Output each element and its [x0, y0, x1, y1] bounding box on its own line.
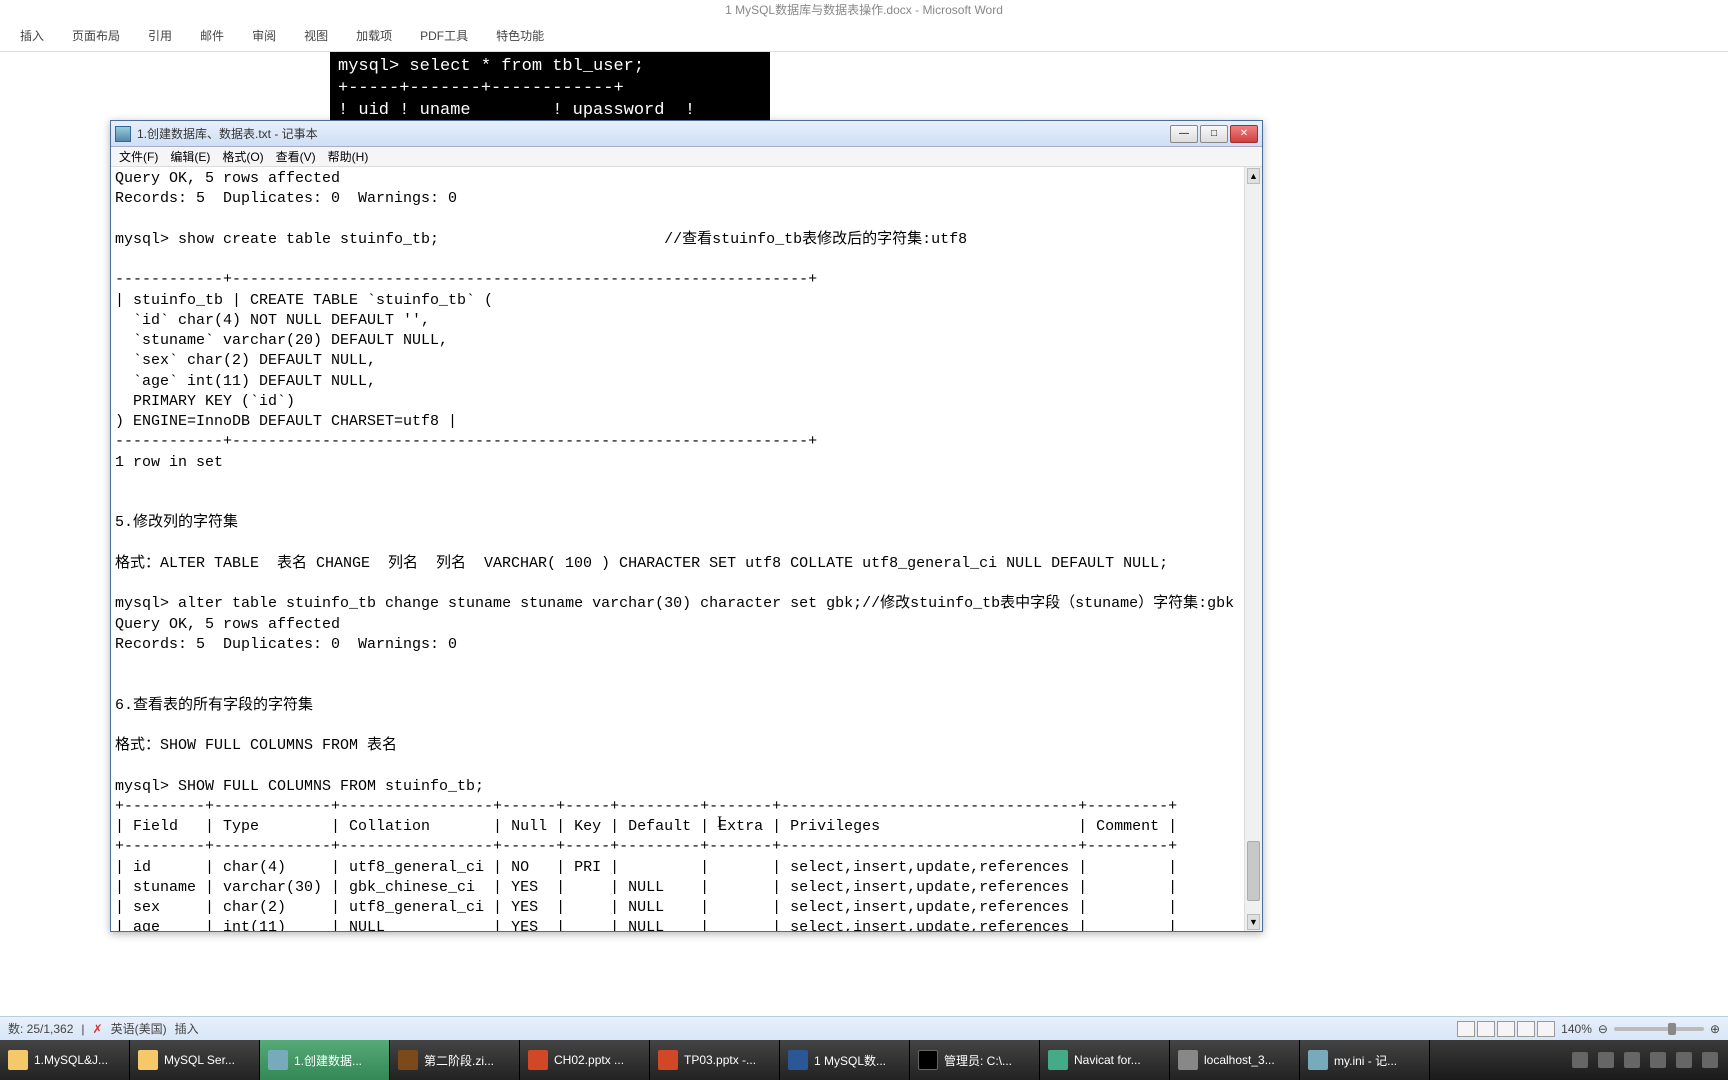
language-divider: |: [81, 1022, 84, 1036]
word-title-text: 1 MySQL数据库与数据表操作.docx - Microsoft Word: [725, 3, 1003, 17]
taskbar-item-notepad[interactable]: 1.创建数据...: [260, 1040, 390, 1080]
taskbar-item-zip[interactable]: 第二阶段.zi...: [390, 1040, 520, 1080]
scroll-thumb[interactable]: [1247, 841, 1260, 901]
maximize-button[interactable]: □: [1200, 125, 1228, 143]
notepad-icon: [115, 126, 131, 142]
outline-icon[interactable]: [1517, 1021, 1535, 1037]
windows-taskbar: 1.MySQL&J... MySQL Ser... 1.创建数据... 第二阶段…: [0, 1040, 1728, 1080]
folder-icon: [8, 1050, 28, 1070]
database-icon: [1178, 1050, 1198, 1070]
taskbar-label: 1 MySQL数...: [814, 1052, 886, 1069]
ribbon-tab-review[interactable]: 审阅: [252, 27, 276, 44]
ribbon-tab-features[interactable]: 特色功能: [496, 27, 544, 44]
zip-icon: [398, 1050, 418, 1070]
system-tray: [1572, 1052, 1728, 1068]
zoom-minus-button[interactable]: ⊖: [1598, 1022, 1608, 1036]
draft-icon[interactable]: [1537, 1021, 1555, 1037]
navicat-icon: [1048, 1050, 1068, 1070]
zoom-percent[interactable]: 140%: [1561, 1022, 1592, 1036]
ribbon-tab-references[interactable]: 引用: [148, 27, 172, 44]
taskbar-item-mysqldocx[interactable]: 1 MySQL数...: [780, 1040, 910, 1080]
web-layout-icon[interactable]: [1497, 1021, 1515, 1037]
menu-help[interactable]: 帮助(H): [328, 148, 369, 165]
taskbar-item-ch02pptx[interactable]: CH02.pptx ...: [520, 1040, 650, 1080]
print-layout-icon[interactable]: [1457, 1021, 1475, 1037]
scroll-up-arrow[interactable]: ▲: [1247, 168, 1260, 184]
language-status[interactable]: 英语(美国): [111, 1020, 167, 1037]
taskbar-label: Navicat for...: [1074, 1053, 1141, 1067]
notepad-titlebar[interactable]: 1.创建数据库、数据表.txt - 记事本 — □ ✕: [111, 121, 1262, 147]
taskbar-item-mysqlserver[interactable]: MySQL Ser...: [130, 1040, 260, 1080]
taskbar-item-localhost[interactable]: localhost_3...: [1170, 1040, 1300, 1080]
word-title-bar: 1 MySQL数据库与数据表操作.docx - Microsoft Word: [0, 0, 1728, 20]
zoom-slider[interactable]: [1614, 1027, 1704, 1031]
word-count-status[interactable]: 数: 25/1,362: [8, 1020, 73, 1037]
taskbar-items: 1.MySQL&J... MySQL Ser... 1.创建数据... 第二阶段…: [0, 1040, 1430, 1080]
minimize-button[interactable]: —: [1170, 125, 1198, 143]
taskbar-label: 1.创建数据...: [294, 1052, 362, 1069]
tray-icon[interactable]: [1650, 1052, 1666, 1068]
notepad-menubar: 文件(F) 编辑(E) 格式(O) 查看(V) 帮助(H): [111, 147, 1262, 167]
tray-icon[interactable]: [1676, 1052, 1692, 1068]
folder-icon: [138, 1050, 158, 1070]
ribbon-tab-addins[interactable]: 加载项: [356, 27, 392, 44]
notepad-icon: [268, 1050, 288, 1070]
taskbar-label: 1.MySQL&J...: [34, 1053, 108, 1067]
menu-format[interactable]: 格式(O): [222, 148, 263, 165]
tray-icon[interactable]: [1624, 1052, 1640, 1068]
taskbar-label: 第二阶段.zi...: [424, 1052, 494, 1069]
powerpoint-icon: [528, 1050, 548, 1070]
close-button[interactable]: ✕: [1230, 125, 1258, 143]
notepad-textarea[interactable]: Query OK, 5 rows affected Records: 5 Dup…: [111, 167, 1244, 931]
menu-file[interactable]: 文件(F): [119, 148, 158, 165]
tray-icon[interactable]: [1598, 1052, 1614, 1068]
taskbar-label: MySQL Ser...: [164, 1053, 235, 1067]
taskbar-item-tp03pptx[interactable]: TP03.pptx -...: [650, 1040, 780, 1080]
notepad-window[interactable]: 1.创建数据库、数据表.txt - 记事本 — □ ✕ 文件(F) 编辑(E) …: [110, 120, 1263, 932]
taskbar-label: localhost_3...: [1204, 1053, 1275, 1067]
word-icon: [788, 1050, 808, 1070]
taskbar-label: CH02.pptx ...: [554, 1053, 624, 1067]
spellcheck-icon[interactable]: ✗: [93, 1022, 103, 1036]
cmd-icon: [918, 1050, 938, 1070]
ribbon-tab-insert[interactable]: 插入: [20, 27, 44, 44]
view-mode-icons: [1457, 1021, 1555, 1037]
scroll-down-arrow[interactable]: ▼: [1247, 914, 1260, 930]
vertical-scrollbar[interactable]: ▲ ▼: [1244, 167, 1262, 931]
taskbar-item-navicat[interactable]: Navicat for...: [1040, 1040, 1170, 1080]
mysql-code-block: mysql> select * from tbl_user; +-----+--…: [330, 52, 770, 126]
word-ribbon: 插入 页面布局 引用 邮件 审阅 视图 加载项 PDF工具 特色功能: [0, 20, 1728, 52]
taskbar-label: TP03.pptx -...: [684, 1053, 756, 1067]
fullscreen-reading-icon[interactable]: [1477, 1021, 1495, 1037]
window-controls: — □ ✕: [1170, 125, 1258, 143]
notepad-title: 1.创建数据库、数据表.txt - 记事本: [137, 125, 318, 142]
insert-mode-status[interactable]: 插入: [175, 1020, 199, 1037]
taskbar-item-myini[interactable]: my.ini - 记...: [1300, 1040, 1430, 1080]
ribbon-tab-pdftools[interactable]: PDF工具: [420, 27, 468, 44]
tray-icon[interactable]: [1702, 1052, 1718, 1068]
ribbon-tab-view[interactable]: 视图: [304, 27, 328, 44]
menu-edit[interactable]: 编辑(E): [170, 148, 210, 165]
menu-view[interactable]: 查看(V): [276, 148, 316, 165]
ribbon-tab-mailings[interactable]: 邮件: [200, 27, 224, 44]
word-status-bar: 数: 25/1,362 | ✗ 英语(美国) 插入 140% ⊖ ⊕: [0, 1016, 1728, 1040]
taskbar-label: 管理员: C:\...: [944, 1052, 1012, 1069]
taskbar-label: my.ini - 记...: [1334, 1052, 1397, 1069]
zoom-plus-button[interactable]: ⊕: [1710, 1022, 1720, 1036]
tray-icon[interactable]: [1572, 1052, 1588, 1068]
taskbar-item-cmd[interactable]: 管理员: C:\...: [910, 1040, 1040, 1080]
ribbon-tab-pagelayout[interactable]: 页面布局: [72, 27, 120, 44]
text-cursor-icon: I: [717, 814, 722, 832]
notepad-icon: [1308, 1050, 1328, 1070]
taskbar-item-mysqlj[interactable]: 1.MySQL&J...: [0, 1040, 130, 1080]
powerpoint-icon: [658, 1050, 678, 1070]
